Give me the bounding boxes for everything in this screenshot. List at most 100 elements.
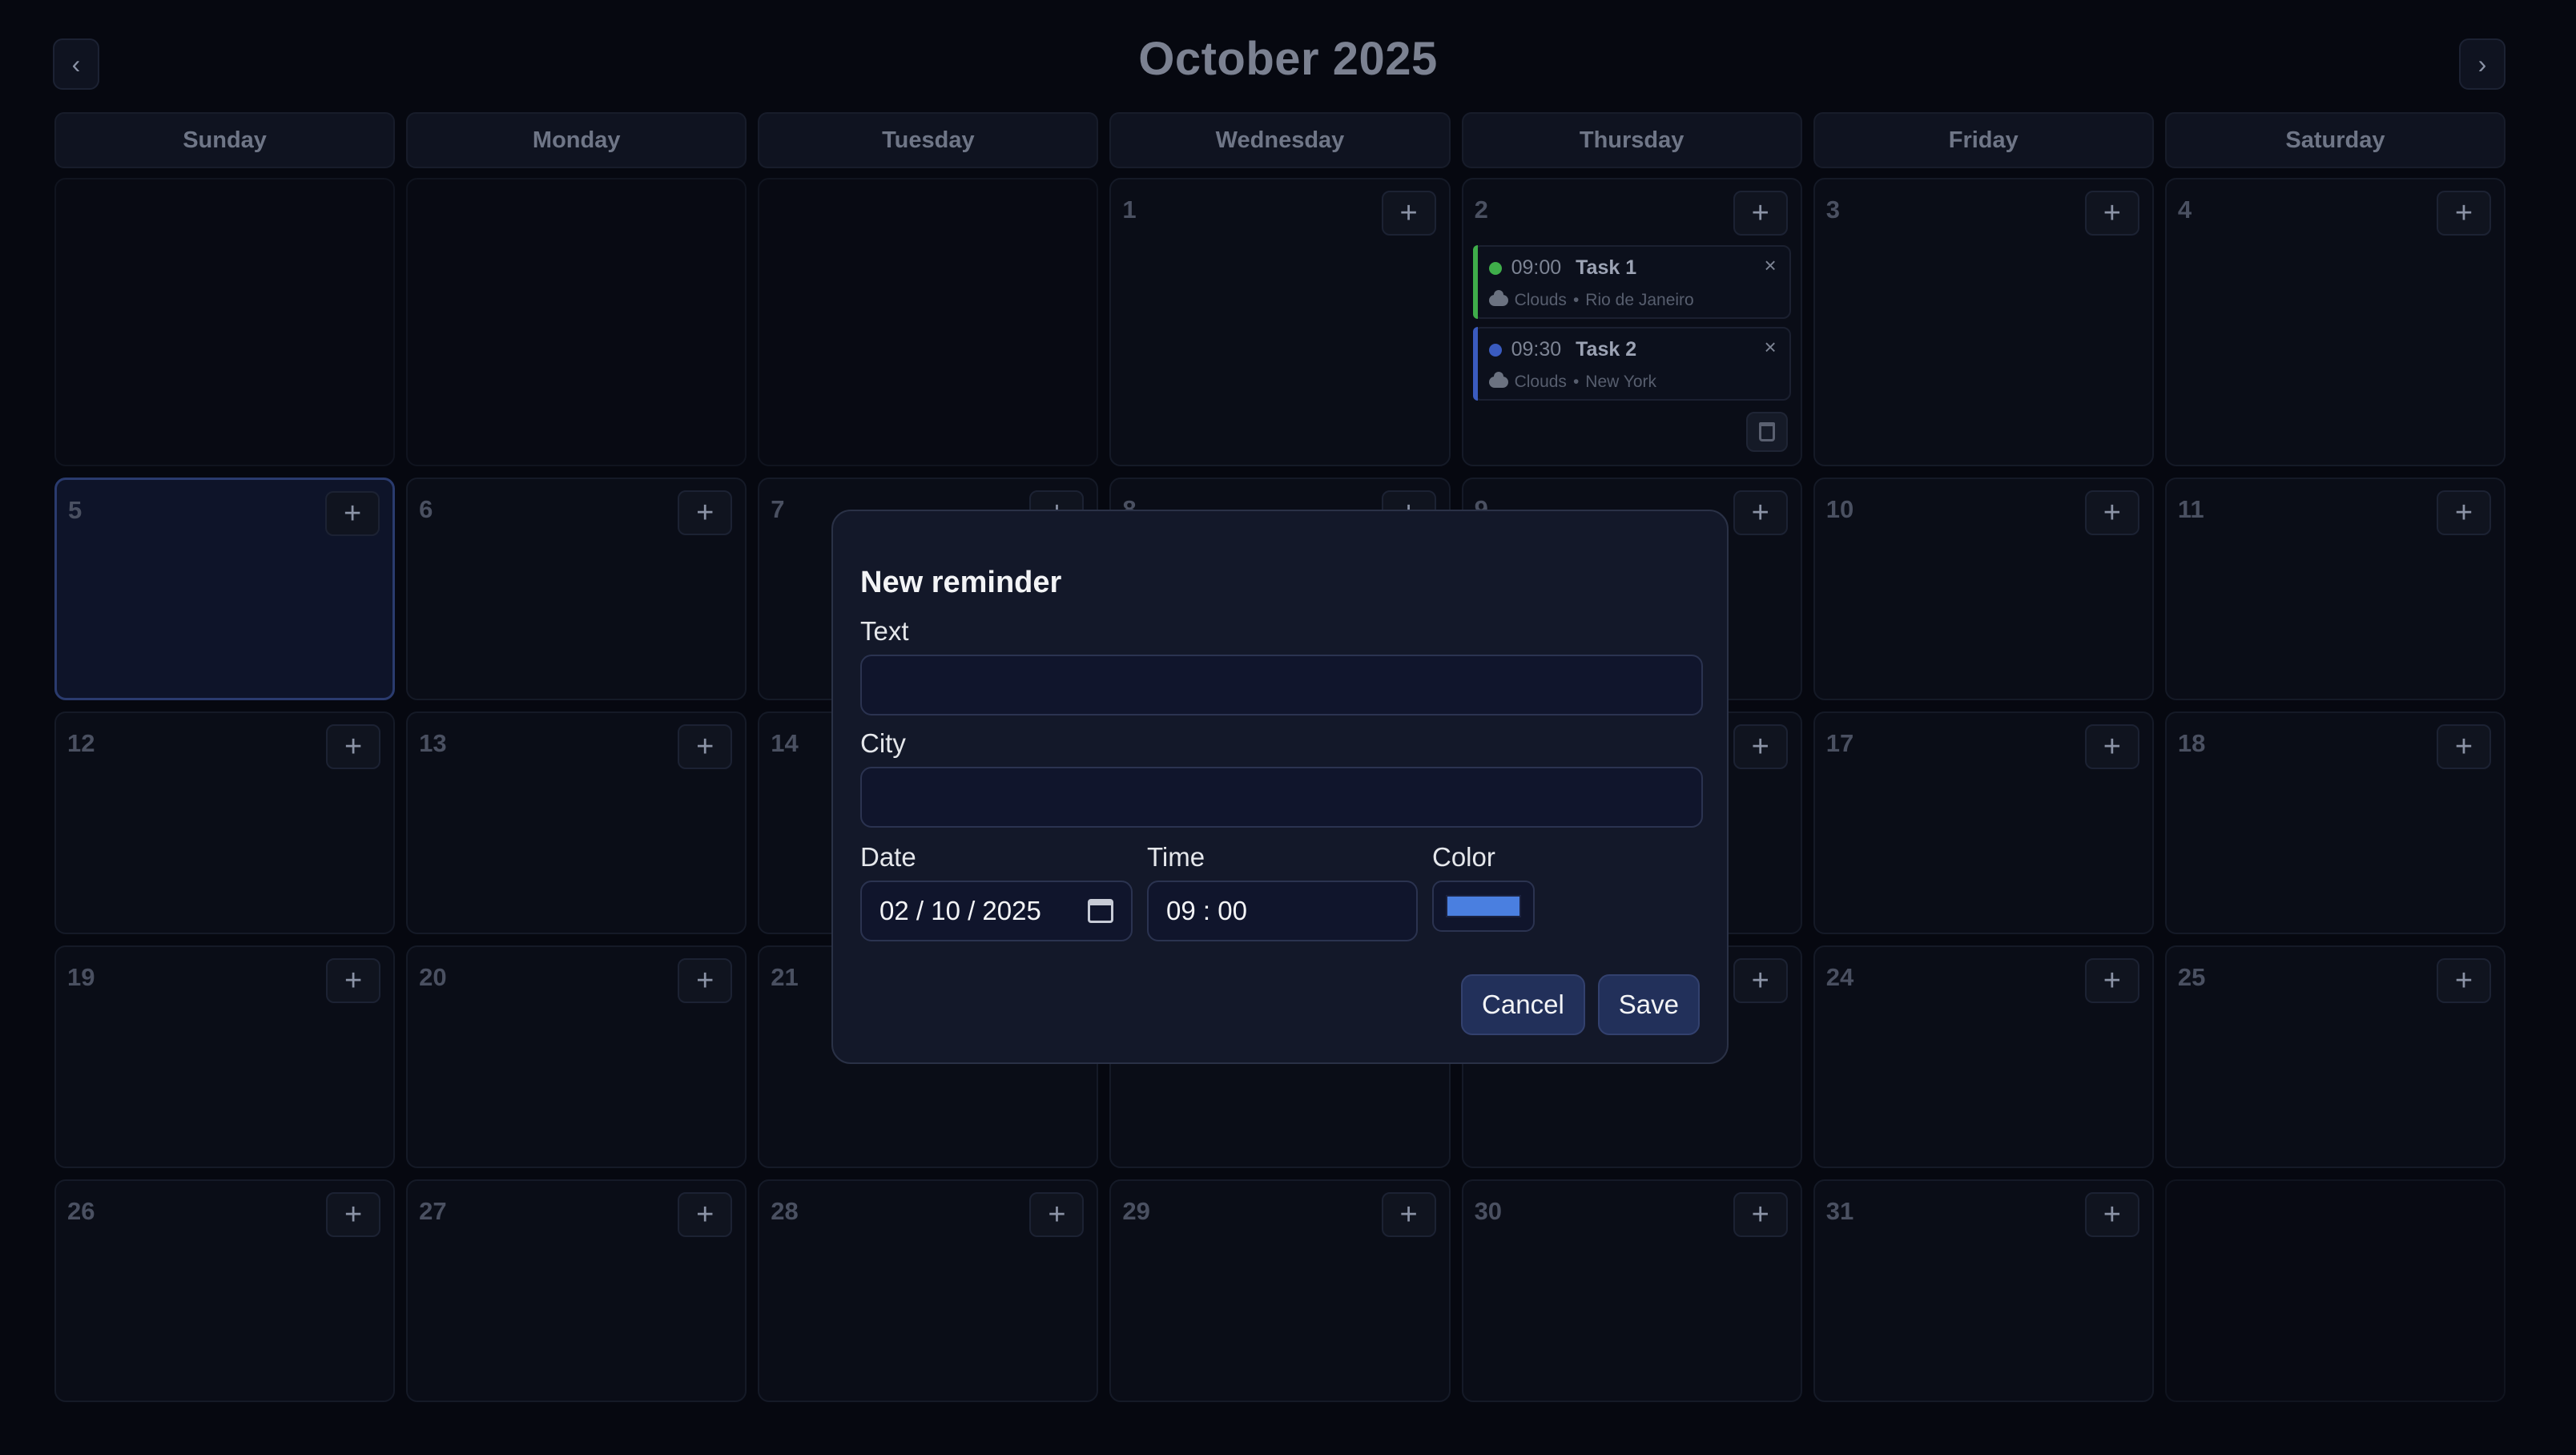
add-reminder-button[interactable]: + bbox=[326, 958, 381, 1003]
day-number: 24 bbox=[1825, 963, 1854, 991]
event-title: Task 1 bbox=[1576, 256, 1637, 279]
separator-dot: • bbox=[1572, 373, 1580, 391]
day-cell-28[interactable]: 28 + bbox=[758, 1179, 1099, 1402]
color-picker[interactable] bbox=[1432, 881, 1535, 932]
day-number: 11 bbox=[2177, 495, 2204, 523]
weekday-monday: Monday bbox=[406, 112, 747, 168]
event-weather: Clouds bbox=[1514, 291, 1567, 309]
day-cell-4[interactable]: 4 + bbox=[2164, 178, 2506, 466]
add-reminder-button[interactable]: + bbox=[678, 958, 733, 1003]
add-reminder-button[interactable]: + bbox=[678, 724, 733, 769]
cloud-icon bbox=[1488, 372, 1508, 388]
city-label: City bbox=[860, 728, 906, 758]
day-number: 7 bbox=[771, 495, 785, 523]
add-reminder-button[interactable]: + bbox=[2436, 724, 2491, 769]
time-input[interactable]: 09 : 00 bbox=[1147, 881, 1418, 941]
close-icon[interactable]: × bbox=[1765, 335, 1777, 360]
add-reminder-button[interactable]: + bbox=[326, 1192, 381, 1237]
color-label: Color bbox=[1432, 842, 1495, 872]
day-cell-30[interactable]: 30 + bbox=[1461, 1179, 1802, 1402]
day-cell-13[interactable]: 13 + bbox=[406, 711, 747, 934]
calendar-app: ‹ October 2025 › Sunday Monday Tuesday W… bbox=[0, 0, 2576, 1455]
delete-day-button[interactable] bbox=[1745, 412, 1788, 452]
add-reminder-button[interactable]: + bbox=[1733, 490, 1788, 535]
calendar-icon[interactable] bbox=[1088, 899, 1113, 923]
day-cell-3[interactable]: 3 + bbox=[1813, 178, 2154, 466]
event-color-dot bbox=[1488, 261, 1502, 275]
add-reminder-button[interactable]: + bbox=[1733, 1192, 1788, 1237]
day-cell-1[interactable]: 1 + bbox=[1109, 178, 1451, 466]
day-cell-27[interactable]: 27 + bbox=[406, 1179, 747, 1402]
day-number: 2 bbox=[1474, 195, 1488, 224]
day-number: 10 bbox=[1825, 495, 1854, 523]
add-reminder-button[interactable]: + bbox=[326, 724, 381, 769]
day-cell-19[interactable]: 19 + bbox=[54, 945, 396, 1168]
day-number: 3 bbox=[1825, 195, 1840, 224]
city-input[interactable] bbox=[860, 767, 1703, 828]
add-reminder-button[interactable]: + bbox=[678, 490, 733, 535]
day-cell-12[interactable]: 12 + bbox=[54, 711, 396, 934]
day-number: 26 bbox=[67, 1197, 95, 1225]
day-cell-25[interactable]: 25 + bbox=[2164, 945, 2506, 1168]
day-number: 13 bbox=[419, 729, 447, 757]
text-label: Text bbox=[860, 616, 909, 646]
day-cell-17[interactable]: 17 + bbox=[1813, 711, 2154, 934]
add-reminder-button[interactable]: + bbox=[1733, 958, 1788, 1003]
close-icon[interactable]: × bbox=[1765, 253, 1777, 278]
save-button[interactable]: Save bbox=[1597, 974, 1700, 1035]
add-reminder-button[interactable]: + bbox=[2084, 490, 2139, 535]
day-cell-2[interactable]: 2 + 09:00 Task 1 Clouds • Rio de Janeiro… bbox=[1461, 178, 1802, 466]
day-number: 27 bbox=[419, 1197, 447, 1225]
day-cell-5-selected[interactable]: 5 + bbox=[54, 478, 396, 700]
add-reminder-button[interactable]: + bbox=[1381, 191, 1436, 236]
add-reminder-button[interactable]: + bbox=[2084, 1192, 2139, 1237]
cloud-icon bbox=[1488, 290, 1508, 306]
add-reminder-button[interactable]: + bbox=[1381, 1192, 1436, 1237]
reminder-event[interactable]: 09:00 Task 1 Clouds • Rio de Janeiro × bbox=[1472, 245, 1791, 319]
day-cell-11[interactable]: 11 + bbox=[2164, 478, 2506, 700]
day-number: 17 bbox=[1825, 729, 1854, 757]
add-reminder-button[interactable]: + bbox=[2084, 724, 2139, 769]
weekday-wednesday: Wednesday bbox=[1109, 112, 1451, 168]
day-cell-18[interactable]: 18 + bbox=[2164, 711, 2506, 934]
day-number: 12 bbox=[67, 729, 95, 757]
add-reminder-button[interactable]: + bbox=[2436, 191, 2491, 236]
day-cell-20[interactable]: 20 + bbox=[406, 945, 747, 1168]
event-color-dot bbox=[1488, 343, 1502, 357]
next-month-button[interactable]: › bbox=[2459, 38, 2506, 90]
day-cell-24[interactable]: 24 + bbox=[1813, 945, 2154, 1168]
add-reminder-button[interactable]: + bbox=[1733, 191, 1788, 236]
add-reminder-button[interactable]: + bbox=[1733, 724, 1788, 769]
event-city: New York bbox=[1585, 373, 1657, 391]
day-number: 6 bbox=[419, 495, 433, 523]
add-reminder-button[interactable]: + bbox=[2084, 191, 2139, 236]
day-number: 31 bbox=[1825, 1197, 1854, 1225]
add-reminder-button[interactable]: + bbox=[2084, 958, 2139, 1003]
add-reminder-button[interactable]: + bbox=[325, 491, 380, 536]
date-input[interactable]: 02 / 10 / 2025 bbox=[860, 881, 1133, 941]
day-cell-31[interactable]: 31 + bbox=[1813, 1179, 2154, 1402]
day-cell-26[interactable]: 26 + bbox=[54, 1179, 396, 1402]
weekday-sunday: Sunday bbox=[54, 112, 396, 168]
day-cell-29[interactable]: 29 + bbox=[1109, 1179, 1451, 1402]
add-reminder-button[interactable]: + bbox=[1029, 1192, 1085, 1237]
add-reminder-button[interactable]: + bbox=[2436, 958, 2491, 1003]
add-reminder-button[interactable]: + bbox=[678, 1192, 733, 1237]
add-reminder-button[interactable]: + bbox=[2436, 490, 2491, 535]
event-time: 09:00 bbox=[1511, 256, 1562, 279]
weekday-tuesday: Tuesday bbox=[758, 112, 1099, 168]
day-cell-6[interactable]: 6 + bbox=[406, 478, 747, 700]
event-title: Task 2 bbox=[1576, 338, 1637, 361]
day-number: 25 bbox=[2177, 963, 2206, 991]
time-value: 09 : 00 bbox=[1166, 896, 1247, 925]
cancel-button[interactable]: Cancel bbox=[1461, 974, 1585, 1035]
event-color-bar bbox=[1472, 327, 1478, 401]
weekday-thursday: Thursday bbox=[1461, 112, 1802, 168]
event-time: 09:30 bbox=[1511, 338, 1562, 361]
reminder-event[interactable]: 09:30 Task 2 Clouds • New York × bbox=[1472, 327, 1791, 401]
weekday-saturday: Saturday bbox=[2164, 112, 2506, 168]
day-cell-10[interactable]: 10 + bbox=[1813, 478, 2154, 700]
day-number: 18 bbox=[2177, 729, 2206, 757]
text-input[interactable] bbox=[860, 655, 1703, 715]
date-value: 02 / 10 / 2025 bbox=[879, 896, 1041, 925]
